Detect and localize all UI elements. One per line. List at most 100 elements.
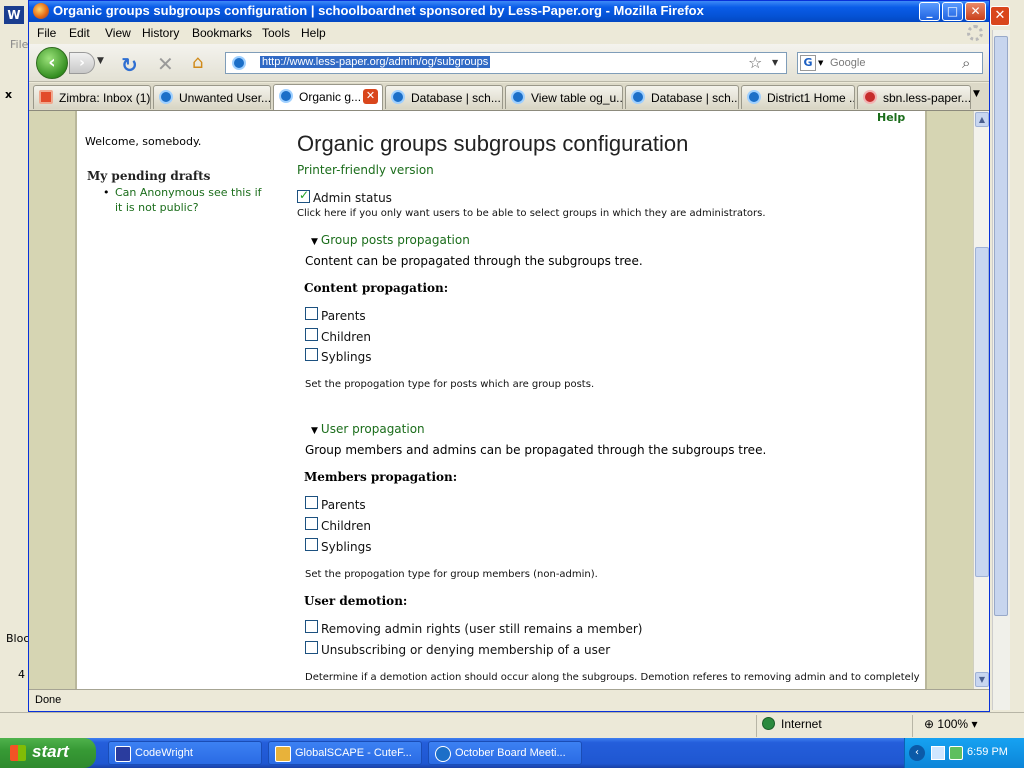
background-app-window: W File x Bloc 4: [0, 0, 30, 738]
draft-link[interactable]: Can Anonymous see this if it is not publ…: [115, 185, 265, 215]
tray-app-icon[interactable]: [949, 746, 963, 760]
content-propagation-heading: Content propagation:: [304, 281, 449, 295]
members-syblings-label: Syblings: [321, 540, 372, 554]
tray-expand-icon[interactable]: ‹: [909, 745, 925, 761]
tab-database-2[interactable]: Database | sch...: [625, 85, 739, 109]
search-go-icon[interactable]: ⌕: [962, 54, 970, 72]
network-icon[interactable]: [931, 746, 945, 760]
tab-unwanted-user[interactable]: Unwanted User...: [153, 85, 271, 109]
search-engine-dropdown-icon[interactable]: ▼: [818, 59, 823, 67]
search-input[interactable]: Google: [830, 57, 865, 69]
taskbar-item-codewright[interactable]: CodeWright: [108, 741, 262, 765]
url-bar[interactable]: http://www.less-paper.org/admin/og/subgr…: [225, 52, 787, 74]
bookmark-star-icon[interactable]: ☆: [748, 53, 762, 72]
security-zone: Internet: [762, 717, 822, 731]
content-parents-checkbox[interactable]: [305, 307, 318, 320]
tab-view-table[interactable]: View table og_u...: [505, 85, 623, 109]
tab-label: District1 Home ...: [767, 91, 855, 105]
members-parents-checkbox[interactable]: [305, 496, 318, 509]
background-row-number: 4: [18, 668, 25, 681]
user-demotion-heading: User demotion:: [304, 594, 408, 608]
drupal-favicon-icon: [391, 90, 405, 104]
taskbar-item-label: GlobalSCAPE - CuteF...: [295, 747, 412, 759]
fieldset-legend: User propagation: [320, 422, 425, 436]
reload-button[interactable]: ↻: [121, 53, 138, 77]
scroll-up-icon[interactable]: ▲: [975, 112, 989, 127]
firefox-window: Organic groups subgroups configuration |…: [28, 0, 990, 712]
printer-friendly-link[interactable]: Printer-friendly version: [297, 163, 434, 177]
menu-edit[interactable]: Edit: [69, 26, 90, 40]
members-children-label: Children: [321, 519, 371, 533]
url-dropdown-icon[interactable]: ▼: [772, 58, 778, 67]
fieldset-legend: Group posts propagation: [320, 233, 470, 247]
content-children-label: Children: [321, 330, 371, 344]
firefox-icon: [33, 3, 49, 19]
drupal-favicon-icon: [747, 90, 761, 104]
user-propagation-toggle[interactable]: ▼ User propagation: [311, 422, 425, 436]
taskbar-item-globalscape[interactable]: GlobalSCAPE - CuteF...: [268, 741, 422, 765]
site-favicon-icon: [232, 56, 246, 70]
taskbar: start CodeWright GlobalSCAPE - CuteF... …: [0, 738, 1024, 768]
scroll-down-icon[interactable]: ▼: [975, 672, 989, 687]
close-window-button[interactable]: ✕: [965, 2, 986, 21]
menu-tools[interactable]: Tools: [262, 26, 290, 40]
back-button[interactable]: ‹: [36, 47, 68, 79]
menu-file[interactable]: File: [37, 26, 56, 40]
content-syblings-checkbox[interactable]: [305, 348, 318, 361]
url-text[interactable]: http://www.less-paper.org/admin/og/subgr…: [260, 56, 491, 68]
codewright-icon: [115, 746, 131, 762]
tab-database-1[interactable]: Database | sch...: [385, 85, 503, 109]
content-children-checkbox[interactable]: [305, 328, 318, 341]
demotion-unsubscribing-checkbox[interactable]: [305, 641, 318, 654]
status-divider: [756, 715, 757, 737]
tab-list-dropdown-icon[interactable]: ▼: [973, 89, 980, 99]
zoom-label: 100%: [937, 717, 969, 731]
members-children-checkbox[interactable]: [305, 517, 318, 530]
forward-button[interactable]: ›: [69, 52, 95, 74]
background-status-strip: Internet ⊕ 100% ▾: [0, 712, 1024, 738]
search-engine-icon[interactable]: G: [800, 55, 816, 71]
stop-button[interactable]: ✕: [157, 52, 174, 76]
collapse-triangle-icon: ▼: [311, 426, 318, 436]
maximize-button[interactable]: □: [942, 2, 963, 21]
tab-district1[interactable]: District1 Home ...: [741, 85, 855, 109]
members-syblings-checkbox[interactable]: [305, 538, 318, 551]
collapse-triangle-icon: ▼: [311, 237, 318, 247]
drafts-heading: My pending drafts: [87, 169, 211, 183]
history-dropdown-icon[interactable]: ▼: [97, 56, 104, 66]
minimize-button[interactable]: _: [919, 2, 940, 21]
background-close-pane-icon: x: [5, 88, 13, 101]
help-link[interactable]: Help: [877, 111, 905, 124]
tab-organic-groups[interactable]: Organic g... ✕: [273, 84, 383, 110]
taskbar-item-october-board-meeting[interactable]: October Board Meeti...: [428, 741, 582, 765]
tab-label: Organic g...: [299, 90, 362, 104]
search-bar[interactable]: G ▼ Google ⌕: [797, 52, 983, 74]
demotion-removing-admin-checkbox[interactable]: [305, 620, 318, 633]
drupal-favicon-icon: [279, 89, 293, 103]
menu-history[interactable]: History: [142, 26, 179, 40]
tab-zimbra[interactable]: Zimbra: Inbox (1): [33, 85, 151, 109]
internet-explorer-icon: [435, 746, 451, 762]
home-button[interactable]: ⌂: [192, 52, 203, 73]
drupal-favicon-icon: [631, 90, 645, 104]
menu-view[interactable]: View: [105, 26, 131, 40]
vertical-scrollbar[interactable]: ▲ ▼: [973, 111, 989, 689]
tab-sbn-less-paper[interactable]: sbn.less-paper....: [857, 85, 971, 109]
content-parents-label: Parents: [321, 309, 366, 323]
admin-status-checkbox[interactable]: [297, 188, 310, 203]
page-title: Organic groups subgroups configuration: [297, 131, 689, 156]
system-tray: ‹ 6:59 PM: [904, 738, 1024, 768]
zoom-level[interactable]: ⊕ 100% ▾: [924, 717, 977, 731]
group-posts-propagation-toggle[interactable]: ▼ Group posts propagation: [311, 233, 470, 247]
menu-bar: File Edit View History Bookmarks Tools H…: [29, 22, 989, 44]
close-tab-icon[interactable]: ✕: [363, 89, 378, 104]
user-propagation-description: Group members and admins can be propagat…: [305, 443, 767, 457]
tab-label: Zimbra: Inbox (1): [59, 91, 151, 105]
start-button[interactable]: start: [0, 738, 96, 768]
menu-help[interactable]: Help: [301, 26, 326, 40]
scrollbar-thumb[interactable]: [975, 247, 989, 577]
demotion-unsubscribing-label: Unsubscribing or denying membership of a…: [321, 643, 611, 657]
magnifier-icon: ⊕: [924, 717, 935, 731]
menu-bookmarks[interactable]: Bookmarks: [192, 26, 252, 40]
group-posts-description: Content can be propagated through the su…: [305, 254, 643, 268]
